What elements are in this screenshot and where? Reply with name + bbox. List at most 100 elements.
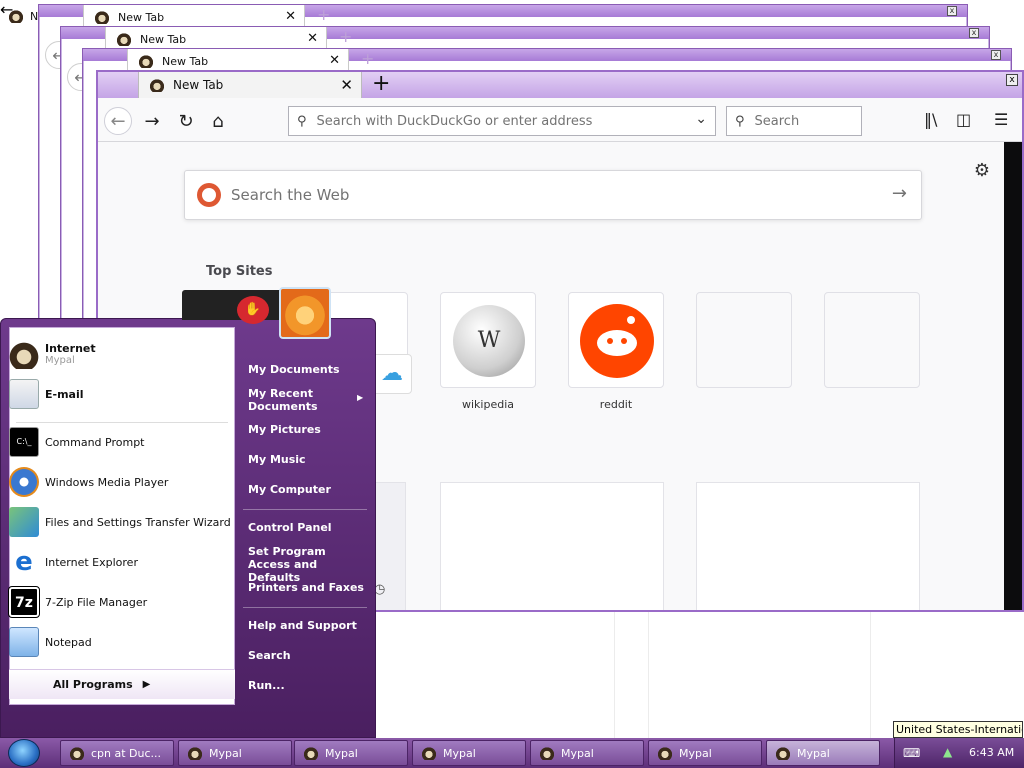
- separator: [243, 509, 367, 510]
- start-right-my-computer[interactable]: My Computer: [248, 483, 368, 496]
- start-right-my-pictures[interactable]: My Pictures: [248, 423, 368, 436]
- new-tab-icon[interactable]: +: [372, 72, 390, 96]
- window-close-button[interactable]: x: [947, 6, 957, 16]
- start-right-my-recent-documents[interactable]: My Recent Documents: [248, 387, 328, 413]
- tab-new-tab-active[interactable]: New Tab ✕: [138, 72, 362, 98]
- top-site-empty[interactable]: [824, 292, 920, 388]
- window-close-button[interactable]: x: [991, 50, 1001, 60]
- separator: [16, 422, 228, 423]
- 7zip-icon: 7z: [8, 586, 40, 618]
- reddit-logo-icon: [580, 304, 654, 378]
- reload-icon[interactable]: ↻: [172, 107, 200, 135]
- top-site-reddit[interactable]: [568, 292, 664, 388]
- transfer-wizard-icon: [9, 507, 39, 537]
- close-tab-icon[interactable]: ✕: [340, 76, 353, 94]
- start-right-program-access[interactable]: Set Program Access and Defaults: [248, 545, 358, 584]
- all-programs-button[interactable]: All Programs ▶: [9, 669, 235, 699]
- start-right-help-support[interactable]: Help and Support: [248, 619, 368, 632]
- taskbar-button[interactable]: Mypal: [530, 740, 644, 766]
- sidebar-icon[interactable]: ◫: [956, 110, 971, 129]
- clock[interactable]: 6:43 AM: [969, 746, 1014, 759]
- close-tab-icon[interactable]: ✕: [307, 31, 318, 46]
- gear-icon[interactable]: ⚙: [974, 160, 990, 181]
- item-label: Command Prompt: [45, 435, 145, 449]
- start-button[interactable]: [8, 739, 40, 767]
- background-page: [374, 612, 1024, 738]
- raccoon-favicon-icon: [303, 746, 319, 760]
- hamburger-menu-icon[interactable]: ☰: [994, 110, 1008, 129]
- scrollbar-edge: [1004, 142, 1022, 610]
- start-item-email[interactable]: E-mail: [9, 379, 84, 409]
- raccoon-favicon-icon: [138, 54, 154, 68]
- stop-hand-icon: ✋: [237, 296, 269, 324]
- arrow-left-icon[interactable]: ←: [104, 107, 132, 135]
- start-item-media-player[interactable]: Windows Media Player: [9, 467, 168, 497]
- start-right-control-panel[interactable]: Control Panel: [248, 521, 368, 534]
- top-site-label: reddit: [599, 398, 633, 411]
- url-bar[interactable]: ⚲ Search with DuckDuckGo or enter addres…: [288, 106, 716, 136]
- window-close-button[interactable]: x: [969, 28, 979, 38]
- close-tab-icon[interactable]: ✕: [329, 53, 340, 68]
- home-icon[interactable]: ⌂: [204, 107, 232, 135]
- language-tooltip: United States-International: [893, 721, 1023, 738]
- chevron-down-icon[interactable]: ⌄: [695, 111, 707, 127]
- taskbar-button-active[interactable]: Mypal: [766, 740, 880, 766]
- window-close-button[interactable]: x: [1006, 74, 1018, 86]
- email-icon: [9, 379, 39, 409]
- highlight-card[interactable]: [440, 482, 664, 610]
- item-label: Notepad: [45, 635, 92, 649]
- arrow-right-icon[interactable]: →: [138, 107, 166, 135]
- start-right-search[interactable]: Search: [248, 649, 368, 662]
- start-item-transfer-wizard[interactable]: Files and Settings Transfer Wizard: [9, 507, 231, 537]
- top-site-empty[interactable]: [696, 292, 792, 388]
- raccoon-favicon-icon: [94, 10, 110, 24]
- wikipedia-globe-icon: W: [453, 305, 525, 377]
- top-sites-heading: Top Sites: [206, 264, 273, 279]
- keyboard-icon[interactable]: ⌨: [903, 746, 920, 760]
- taskbar-button[interactable]: Mypal: [178, 740, 292, 766]
- start-right-run[interactable]: Run...: [248, 679, 368, 692]
- raccoon-favicon-icon: [539, 746, 555, 760]
- taskbar-button[interactable]: Mypal: [648, 740, 762, 766]
- tab-title: New Tab: [118, 10, 165, 24]
- internet-explorer-icon: e: [15, 547, 33, 577]
- arrow-right-icon[interactable]: →: [892, 183, 907, 204]
- web-search-placeholder: Search the Web: [231, 186, 350, 204]
- taskbar-button-label: Mypal: [443, 746, 476, 760]
- start-right-my-music[interactable]: My Music: [248, 453, 368, 466]
- highlight-card[interactable]: [696, 482, 920, 610]
- start-item-notepad[interactable]: Notepad: [9, 627, 92, 657]
- tab-title: New Tab: [140, 32, 187, 46]
- start-item-internet[interactable]: Internet Mypal: [9, 339, 96, 369]
- new-tab-icon[interactable]: +: [339, 27, 352, 46]
- taskbar-button[interactable]: cpn at Duc...: [60, 740, 174, 766]
- new-tab-icon[interactable]: +: [317, 5, 330, 24]
- search-placeholder: Search: [754, 113, 800, 129]
- start-item-command-prompt[interactable]: C:\_ Command Prompt: [9, 427, 145, 457]
- taskbar-button-label: Mypal: [561, 746, 594, 760]
- close-tab-icon[interactable]: ✕: [285, 9, 296, 24]
- system-tray: ⌨ ▲ 6:43 AM: [894, 738, 1024, 768]
- taskbar-button-label: Mypal: [209, 746, 242, 760]
- tab-title: New Tab: [173, 78, 224, 92]
- search-bar[interactable]: ⚲ Search: [726, 106, 862, 136]
- top-site-wikipedia[interactable]: W: [440, 292, 536, 388]
- library-icon[interactable]: ‖\: [924, 110, 937, 129]
- divider: [870, 612, 871, 738]
- item-label: 7-Zip File Manager: [45, 595, 148, 609]
- network-icon[interactable]: ▲: [943, 745, 952, 759]
- taskbar-button[interactable]: Mypal: [294, 740, 408, 766]
- separator: [243, 607, 367, 608]
- new-tab-icon[interactable]: +: [361, 49, 374, 68]
- web-search-box[interactable]: Search the Web →: [184, 170, 922, 220]
- start-item-internet-explorer[interactable]: e Internet Explorer: [9, 547, 138, 577]
- start-right-printers-faxes[interactable]: Printers and Faxes: [248, 581, 368, 594]
- start-right-my-documents[interactable]: My Documents: [248, 363, 368, 376]
- command-prompt-icon: C:\_: [9, 427, 39, 457]
- search-icon: ⚲: [297, 113, 307, 129]
- start-item-7zip[interactable]: 7z 7-Zip File Manager: [8, 586, 148, 618]
- raccoon-favicon-icon: [421, 746, 437, 760]
- user-avatar[interactable]: [279, 287, 331, 339]
- taskbar-button[interactable]: Mypal: [412, 740, 526, 766]
- tab-title: New Tab: [162, 54, 209, 68]
